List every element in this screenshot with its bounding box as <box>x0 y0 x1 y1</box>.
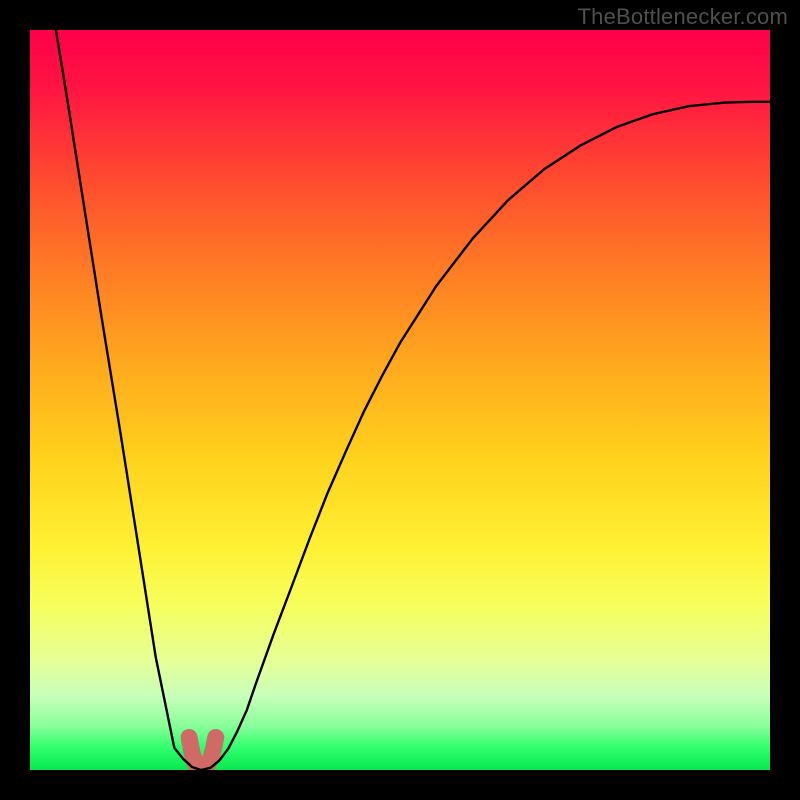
chart-frame: TheBottlenecker.com <box>0 0 800 800</box>
watermark-text: TheBottlenecker.com <box>578 4 788 30</box>
chart-svg <box>30 30 770 770</box>
trough-marker-path <box>189 737 216 770</box>
plot-area <box>30 30 770 770</box>
bottleneck-curve-path <box>30 30 770 770</box>
